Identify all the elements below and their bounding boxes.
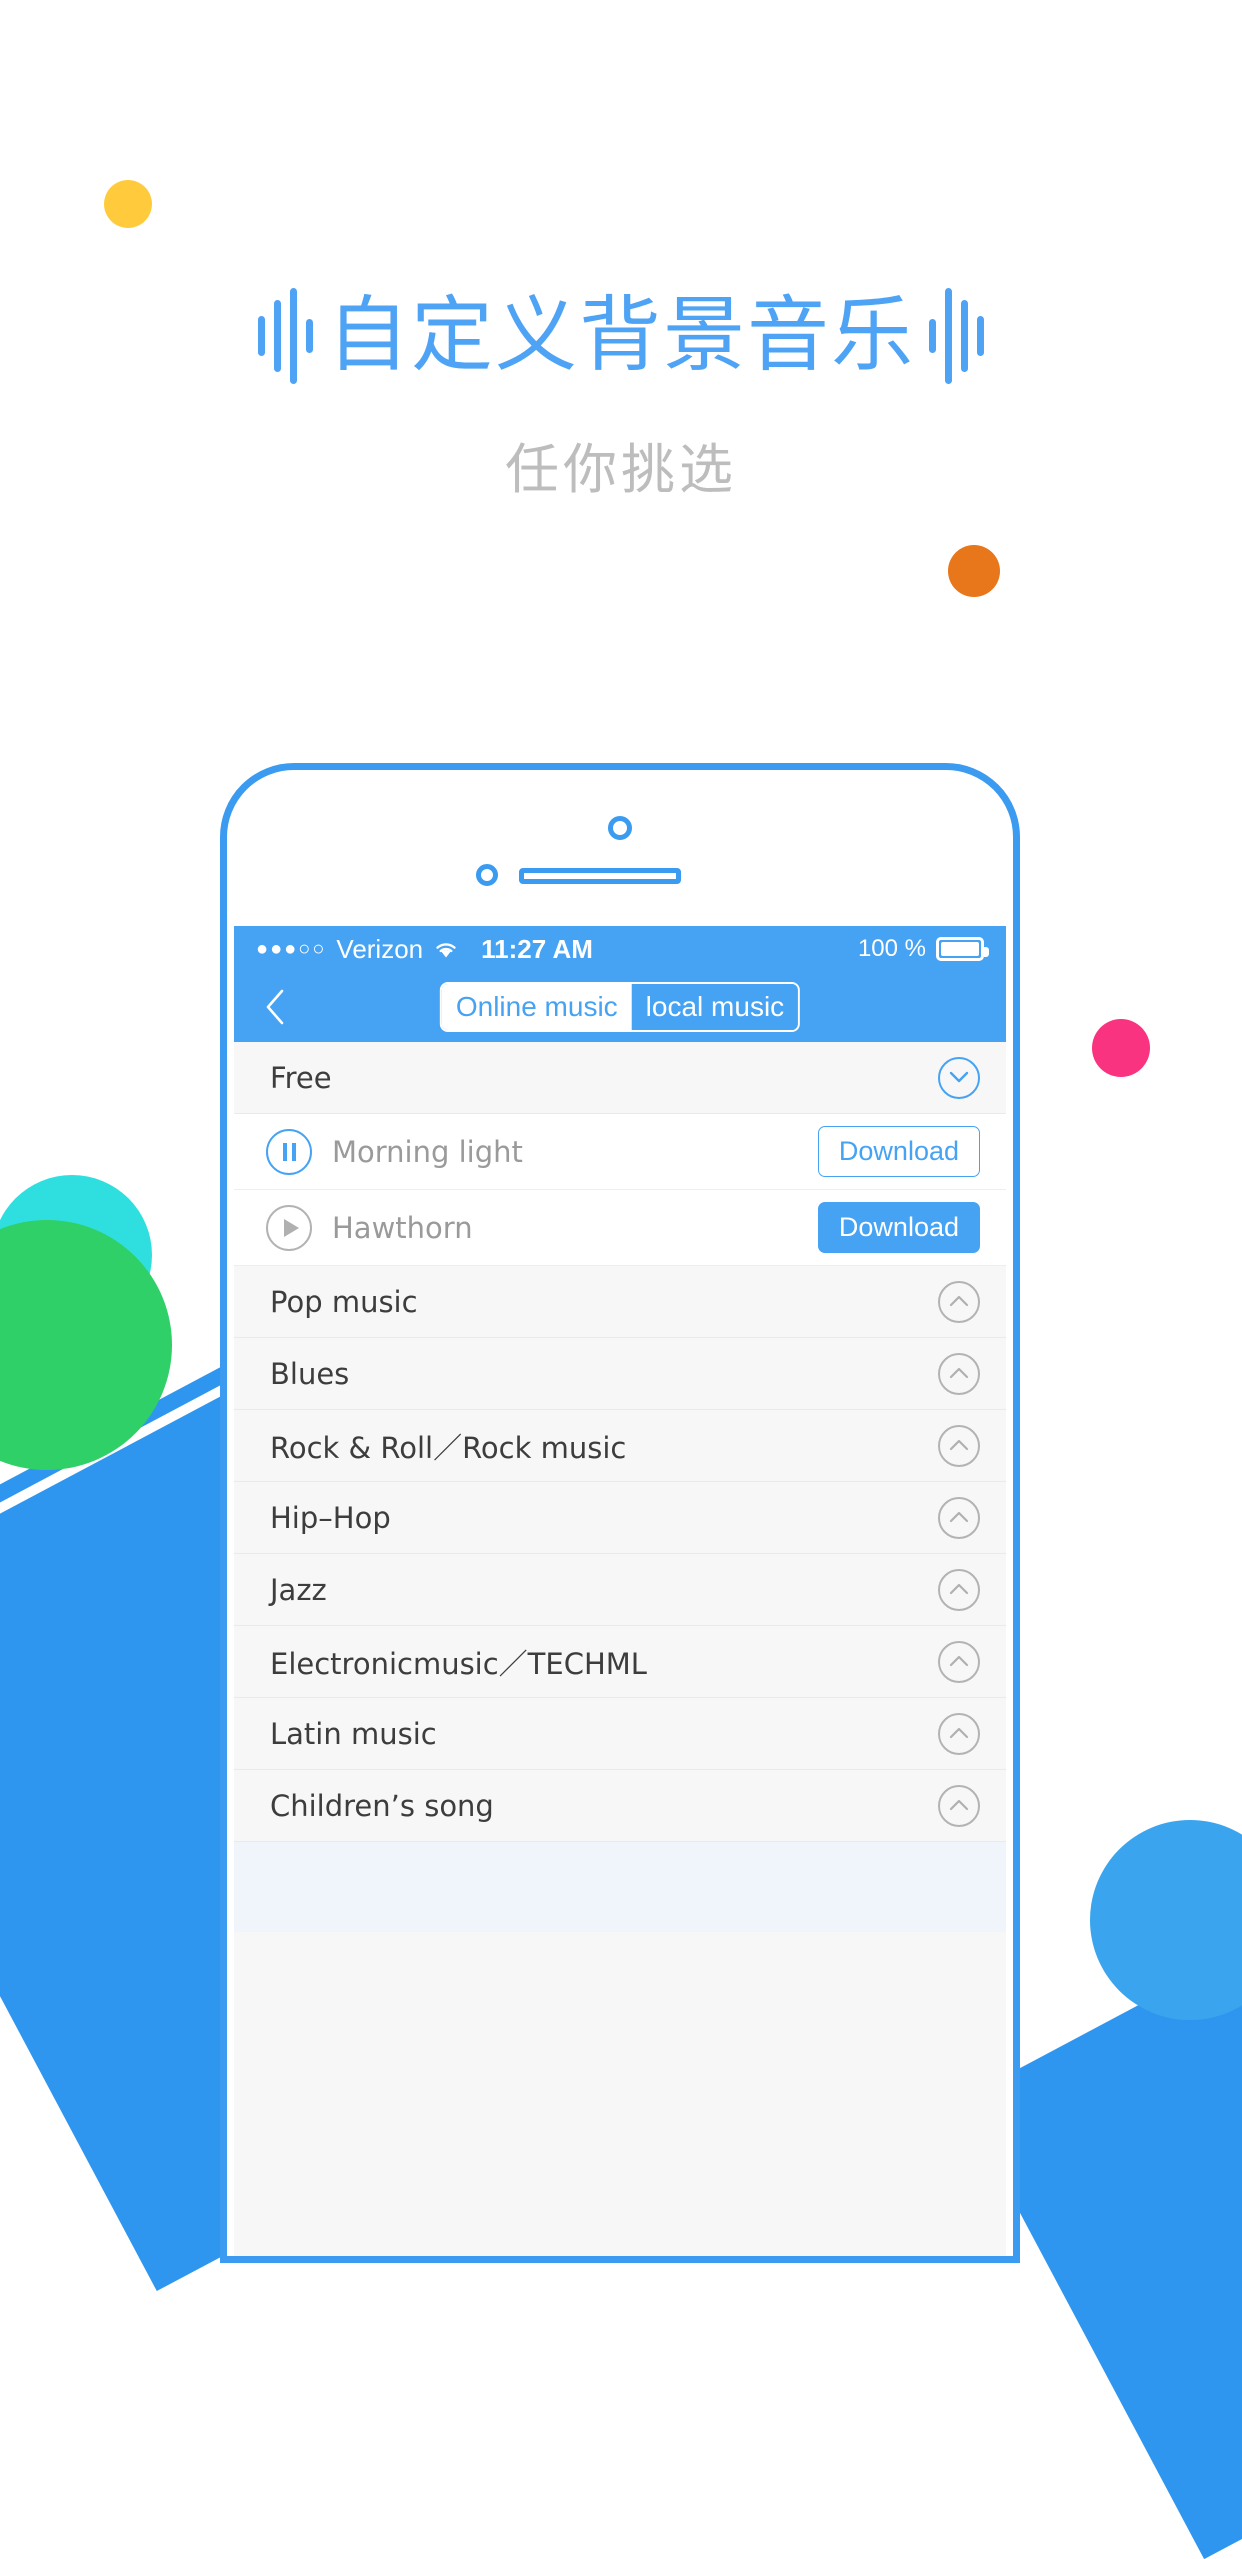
signal-strength-icon: ●●●○○ <box>256 937 327 960</box>
page-title: 自定义背景音乐 <box>326 288 915 383</box>
decorative-dot-pink <box>1092 1019 1150 1077</box>
section-label-free: Free <box>270 1060 332 1095</box>
chevron-up-circle-icon[interactable] <box>938 1784 980 1827</box>
genre-label: Latin music <box>270 1716 437 1751</box>
chevron-down-circle-icon[interactable] <box>938 1056 980 1099</box>
genre-row-electronic[interactable]: Electronicmusic／TECHML <box>234 1626 1006 1698</box>
chevron-up-circle-icon[interactable] <box>938 1424 980 1467</box>
chevron-up-circle-icon[interactable] <box>938 1712 980 1755</box>
decorative-dot-orange <box>948 545 1000 597</box>
genre-row-childrens-song[interactable]: Children’s song <box>234 1770 1006 1842</box>
genre-label: Children’s song <box>270 1788 494 1823</box>
equalizer-bars-icon <box>929 288 984 384</box>
hero-subtitle: 任你挑选 <box>505 438 737 501</box>
genre-row-hip-hop[interactable]: Hip–Hop <box>234 1482 1006 1554</box>
back-button[interactable] <box>240 988 310 1026</box>
equalizer-bars-icon <box>257 288 313 384</box>
nav-bar: Online music local music <box>234 972 1006 1042</box>
clock-label: 11:27 AM <box>481 933 593 964</box>
download-button[interactable]: Download <box>817 1202 980 1253</box>
genre-row-latin-music[interactable]: Latin music <box>234 1698 1006 1770</box>
genre-label: Hip–Hop <box>270 1500 391 1535</box>
carrier-label: Verizon <box>336 933 424 964</box>
play-circle-icon[interactable] <box>266 1204 312 1251</box>
decorative-dot-blue <box>1090 1820 1242 2020</box>
proximity-sensor-icon <box>476 864 498 886</box>
genre-label: Rock & Roll／Rock music <box>270 1430 627 1465</box>
genre-row-pop-music[interactable]: Pop music <box>234 1266 1006 1338</box>
chevron-up-circle-icon[interactable] <box>938 1568 980 1611</box>
pause-circle-icon[interactable] <box>266 1128 312 1175</box>
genre-row-blues[interactable]: Blues <box>234 1338 1006 1410</box>
section-row-free[interactable]: Free <box>234 1042 1006 1114</box>
status-bar: ●●●○○ Verizon 11:27 AM 100 % <box>234 926 1006 972</box>
front-camera-icon <box>608 816 632 840</box>
decorative-dot-yellow <box>104 180 152 228</box>
music-list: Free Morning light Download Hawthorn Dow… <box>234 1042 1006 1932</box>
chevron-up-circle-icon[interactable] <box>938 1280 980 1323</box>
hero-headline: 自定义背景音乐 <box>0 288 1242 384</box>
song-row[interactable]: Hawthorn Download <box>234 1190 1006 1266</box>
genre-label: Pop music <box>270 1284 418 1319</box>
segmented-control[interactable]: Online music local music <box>439 982 801 1032</box>
genre-label: Jazz <box>270 1572 327 1607</box>
chevron-up-circle-icon[interactable] <box>938 1496 980 1539</box>
download-button[interactable]: Download <box>817 1126 980 1177</box>
chevron-up-circle-icon[interactable] <box>938 1640 980 1683</box>
tab-local-music[interactable]: local music <box>631 984 799 1030</box>
genre-row-jazz[interactable]: Jazz <box>234 1554 1006 1626</box>
genre-row-rock[interactable]: Rock & Roll／Rock music <box>234 1410 1006 1482</box>
phone-screen: ●●●○○ Verizon 11:27 AM 100 % Online musi… <box>234 926 1006 2256</box>
tab-online-music[interactable]: Online music <box>441 984 632 1030</box>
song-title: Morning light <box>332 1134 523 1169</box>
earpiece-speaker-icon <box>519 868 681 884</box>
status-bar-right: 100 % <box>857 935 989 963</box>
wifi-icon <box>433 939 459 959</box>
song-row[interactable]: Morning light Download <box>234 1114 1006 1190</box>
phone-top-bezel <box>227 770 1013 935</box>
battery-percent-label: 100 % <box>857 935 926 962</box>
list-footer <box>234 1842 1006 1932</box>
chevron-up-circle-icon[interactable] <box>938 1352 980 1395</box>
battery-full-icon <box>936 937 989 961</box>
song-title: Hawthorn <box>332 1210 473 1245</box>
phone-mockup: ●●●○○ Verizon 11:27 AM 100 % Online musi… <box>220 763 1020 2263</box>
genre-label: Electronicmusic／TECHML <box>270 1646 647 1681</box>
genre-label: Blues <box>270 1356 350 1391</box>
